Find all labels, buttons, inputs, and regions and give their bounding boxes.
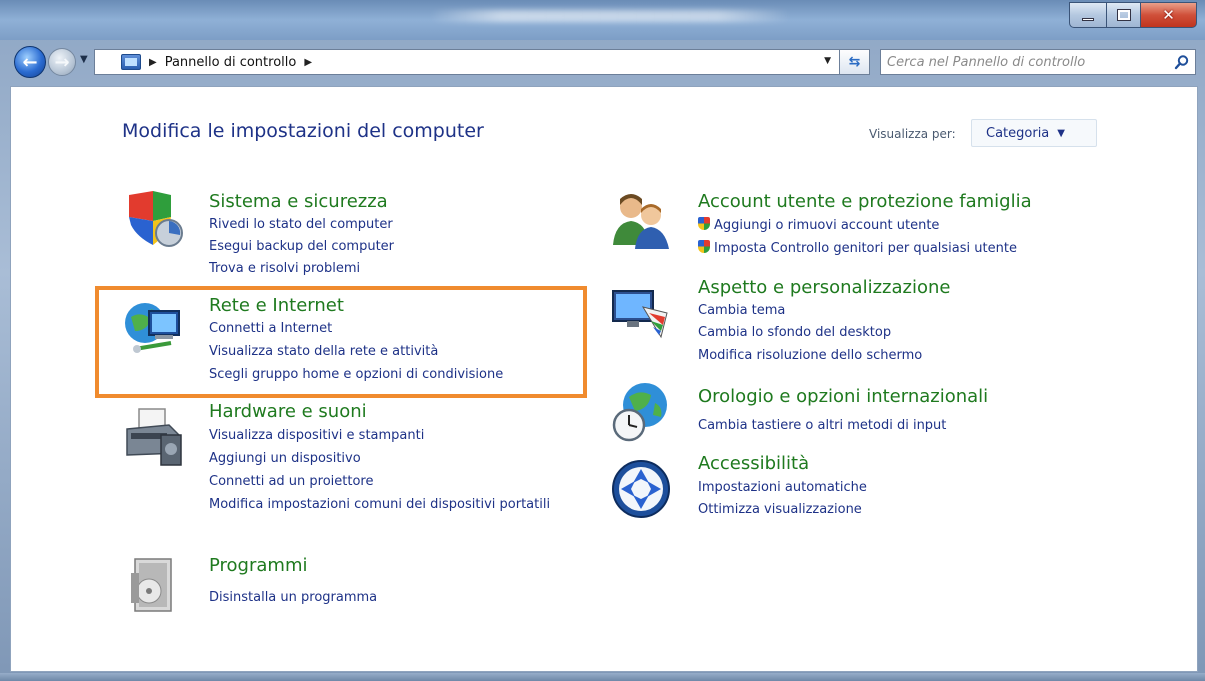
uac-shield-icon (698, 240, 710, 253)
link-auto-settings[interactable]: Impostazioni automatiche (698, 480, 867, 495)
link-change-keyboards[interactable]: Cambia tastiere o altri metodi di input (698, 418, 946, 433)
link-change-theme[interactable]: Cambia tema (698, 303, 785, 318)
minimize-button[interactable] (1069, 2, 1107, 28)
breadcrumb-control-panel[interactable]: Pannello di controllo (165, 55, 297, 70)
category-title-system-security[interactable]: Sistema e sicurezza (209, 191, 388, 212)
category-title-programs[interactable]: Programmi (209, 555, 307, 576)
breadcrumb-chevron-icon[interactable]: ▶ (304, 57, 312, 68)
search-box[interactable] (880, 49, 1196, 75)
link-add-remove-accounts-label: Aggiungi o rimuovi account utente (714, 218, 940, 233)
link-parental-controls-label: Imposta Controllo genitori per qualsiasi… (714, 241, 1017, 256)
printer-icon[interactable] (121, 405, 185, 469)
link-uninstall-program[interactable]: Disinstalla un programma (209, 590, 377, 605)
address-bar[interactable]: ▶ Pannello di controllo ▶ ▼ (94, 49, 840, 75)
link-backup-computer[interactable]: Esegui backup del computer (209, 239, 394, 254)
link-connect-projector[interactable]: Connetti ad un proiettore (209, 474, 374, 489)
address-dropdown-icon[interactable]: ▼ (824, 56, 831, 66)
link-devices-printers[interactable]: Visualizza dispositivi e stampanti (209, 428, 424, 443)
control-panel-window: ✕ ← → ▼ ▶ Pannello di controllo ▶ ▼ ⇆ Mo… (0, 0, 1205, 681)
view-by-select[interactable]: Categoria ▼ (971, 119, 1097, 147)
close-button[interactable]: ✕ (1141, 2, 1197, 28)
close-icon: ✕ (1162, 6, 1175, 24)
link-add-remove-accounts[interactable]: Aggiungi o rimuovi account utente (698, 217, 939, 233)
window-controls: ✕ (1069, 2, 1197, 28)
programs-icon[interactable] (121, 553, 185, 617)
view-by-value: Categoria (986, 125, 1050, 141)
category-title-user-accounts[interactable]: Account utente e protezione famiglia (698, 191, 1032, 212)
window-bottom-border (0, 673, 1205, 681)
users-icon[interactable] (609, 187, 673, 251)
back-arrow-icon: ← (22, 51, 38, 73)
search-input[interactable] (887, 54, 1169, 70)
highlight-box (95, 286, 587, 398)
recent-pages-dropdown-icon[interactable]: ▼ (80, 54, 88, 65)
window-title-blurred (430, 10, 790, 22)
breadcrumb-chevron-icon[interactable]: ▶ (149, 57, 157, 68)
link-parental-controls[interactable]: Imposta Controllo genitori per qualsiasi… (698, 240, 1017, 256)
title-bar[interactable]: ✕ (0, 0, 1205, 40)
link-mobility-settings[interactable]: Modifica impostazioni comuni dei disposi… (209, 496, 569, 513)
category-title-hardware-sound[interactable]: Hardware e suoni (209, 401, 367, 422)
forward-button[interactable]: → (48, 48, 76, 76)
link-screen-resolution[interactable]: Modifica risoluzione dello schermo (698, 348, 922, 363)
chevron-down-icon: ▼ (1057, 127, 1065, 139)
category-title-accessibility[interactable]: Accessibilità (698, 453, 809, 474)
appearance-icon[interactable] (609, 283, 673, 347)
uac-shield-icon (698, 217, 710, 230)
link-add-device[interactable]: Aggiungi un dispositivo (209, 451, 361, 466)
page-title: Modifica le impostazioni del computer (122, 120, 484, 142)
maximize-button[interactable] (1107, 2, 1141, 28)
search-icon[interactable] (1169, 50, 1195, 74)
link-troubleshoot[interactable]: Trova e risolvi problemi (209, 261, 360, 276)
maximize-icon (1116, 9, 1131, 21)
content-pane: Modifica le impostazioni del computer Vi… (10, 86, 1198, 672)
category-title-clock-region[interactable]: Orologio e opzioni internazionali (698, 386, 988, 407)
refresh-icon: ⇆ (848, 54, 861, 70)
control-panel-icon (121, 54, 141, 70)
link-optimize-display[interactable]: Ottimizza visualizzazione (698, 502, 862, 517)
clock-globe-icon[interactable] (609, 379, 673, 443)
navigation-bar: ← → ▼ ▶ Pannello di controllo ▶ ▼ ⇆ (0, 42, 1205, 82)
accessibility-icon[interactable] (609, 457, 673, 521)
category-title-appearance[interactable]: Aspetto e personalizzazione (698, 277, 950, 298)
minimize-icon (1082, 17, 1094, 21)
forward-arrow-icon: → (54, 51, 70, 73)
shield-icon[interactable] (121, 187, 185, 251)
view-by-label: Visualizza per: (869, 127, 956, 141)
link-review-computer-status[interactable]: Rivedi lo stato del computer (209, 217, 393, 232)
refresh-button[interactable]: ⇆ (840, 49, 870, 75)
back-button[interactable]: ← (14, 46, 46, 78)
link-change-background[interactable]: Cambia lo sfondo del desktop (698, 325, 891, 340)
